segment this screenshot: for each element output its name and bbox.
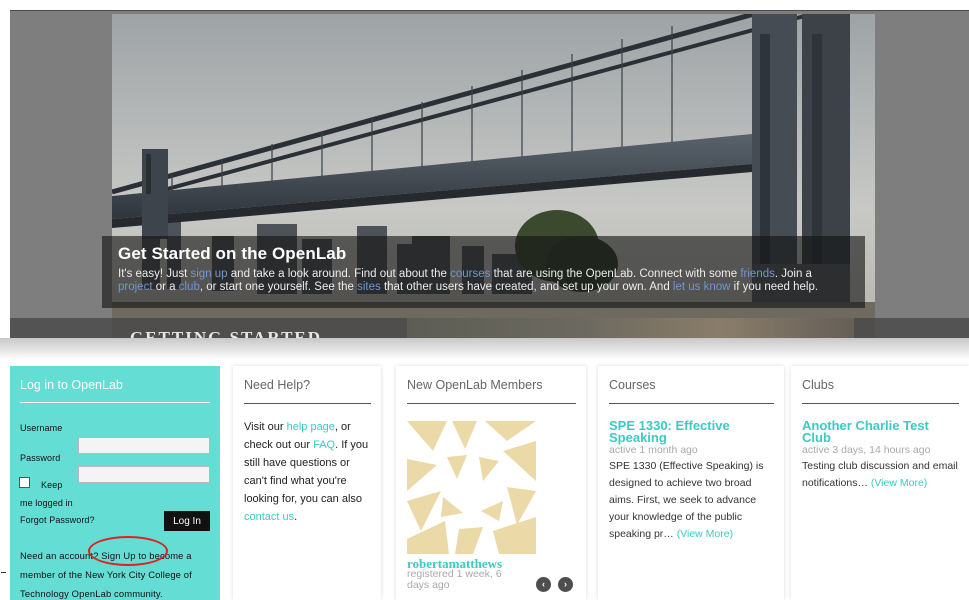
contact-us-link[interactable]: contact us — [244, 511, 294, 523]
clubs-title: Clubs — [802, 378, 834, 392]
login-button[interactable]: Log In — [164, 511, 210, 531]
club-view-more-link[interactable]: (View More) — [871, 477, 927, 489]
username-label: Username — [20, 423, 63, 433]
project-link[interactable]: project — [118, 281, 153, 293]
course-title-link[interactable]: SPE 1330: Effective Speaking — [598, 404, 784, 444]
forgot-password-link[interactable]: Forgot Password? — [20, 515, 95, 525]
password-input[interactable] — [78, 466, 210, 483]
help-title: Need Help? — [244, 378, 311, 392]
club-title-link[interactable]: Another Charlie Test Club — [791, 404, 969, 444]
club-link[interactable]: club — [179, 281, 200, 293]
username-input[interactable] — [78, 437, 210, 454]
hero-title: Get Started on the OpenLab — [118, 244, 347, 263]
hero-text: It's easy! Just sign up and take a look … — [118, 268, 849, 294]
keep-label-continued: me logged in — [20, 498, 73, 508]
hero-text-part: and take a look around. Find out about t… — [227, 268, 451, 280]
login-divider — [20, 402, 210, 403]
password-label: Password — [20, 453, 61, 463]
hero-text-part: if you need help. — [730, 281, 819, 293]
member-avatar[interactable] — [407, 421, 536, 554]
members-title: New OpenLab Members — [407, 378, 543, 392]
course-activity: active 1 month ago — [609, 444, 698, 456]
hero-text-part: or a — [152, 281, 179, 293]
hero-text-part: It's easy! Just — [118, 268, 191, 280]
courses-link[interactable]: courses — [450, 268, 490, 280]
hero-text-part: , or start one yourself. See the — [199, 281, 358, 293]
help-panel: Need Help? Visit our help page, or check… — [233, 366, 381, 600]
signup-link[interactable]: sign up — [191, 268, 228, 280]
hero-ghost-heading: GETTING STARTED — [130, 328, 323, 338]
annotation-circle — [88, 536, 168, 566]
login-panel: Log in to OpenLab Username Password Keep… — [10, 366, 220, 600]
hero-text-part: that other users have created, and set u… — [380, 281, 673, 293]
help-text: Visit our help page, or check out our FA… — [233, 404, 381, 526]
help-page-link[interactable]: help page — [287, 421, 335, 433]
hero-top-border — [10, 10, 969, 11]
sites-link[interactable]: sites — [357, 281, 381, 293]
member-registered: registered 1 week, 6 days ago — [407, 568, 502, 591]
hero-caption: Get Started on the OpenLab It's easy! Ju… — [102, 236, 865, 308]
faq-link[interactable]: FAQ — [313, 439, 335, 451]
login-title: Log in to OpenLab — [20, 378, 123, 392]
keep-label: Keep — [41, 480, 63, 490]
members-divider — [407, 403, 576, 404]
let-us-know-link[interactable]: let us know — [673, 281, 731, 293]
clubs-panel: Clubs Another Charlie Test Club active 3… — [791, 366, 969, 600]
friends-link[interactable]: friends — [740, 268, 775, 280]
club-description: Testing club discussion and email notifi… — [791, 457, 969, 492]
course-view-more-link[interactable]: (View More) — [677, 528, 733, 540]
help-text-part: Visit our — [244, 421, 287, 433]
hero-text-part: . Join a — [774, 268, 812, 280]
club-activity: active 3 days, 14 hours ago — [802, 444, 931, 456]
hero-bottom-band-image — [407, 318, 854, 338]
keep-logged-in-checkbox[interactable] — [19, 477, 30, 488]
members-panel: New OpenLab Members robertamatthews regi… — [396, 366, 586, 600]
courses-title: Courses — [609, 378, 656, 392]
hero-text-part: that are using the OpenLab. Connect with… — [490, 268, 741, 280]
edge-tick — [1, 572, 6, 573]
hero-shadow — [0, 338, 969, 360]
course-description: SPE 1330 (Effective Speaking) is designe… — [598, 457, 784, 543]
next-arrow-icon[interactable]: › — [558, 577, 573, 592]
help-text-part: . — [294, 511, 298, 523]
prev-arrow-icon[interactable]: ‹ — [536, 577, 551, 592]
courses-panel: Courses SPE 1330: Effective Speaking act… — [598, 366, 784, 600]
